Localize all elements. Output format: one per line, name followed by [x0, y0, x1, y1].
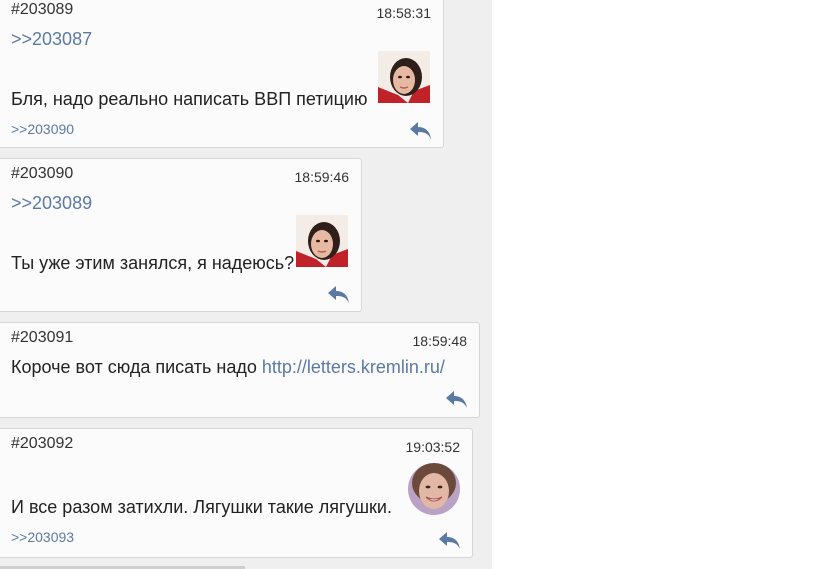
reply-arrow-icon[interactable] [445, 389, 469, 409]
post-number[interactable]: #203089 [11, 1, 73, 19]
post-time: 18:59:48 [412, 333, 468, 349]
post-text: Короче вот сюда писать надо http://lette… [11, 357, 445, 378]
reply-arrow-icon[interactable] [409, 120, 433, 140]
reply-arrow-icon[interactable] [327, 284, 351, 304]
post-203090: #203090 18:59:46 >>203089 Ты уже этим за… [0, 158, 362, 312]
reply-reference-link[interactable]: >>203093 [11, 529, 74, 545]
post-time: 18:58:31 [376, 5, 432, 21]
post-203091: #203091 18:59:48 Короче вот сюда писать … [0, 322, 480, 418]
post-text: Бля, надо реально написать ВВП петицию [11, 89, 368, 109]
quote-link[interactable]: >>203089 [11, 193, 92, 214]
smiling-woman-avatar[interactable] [408, 463, 460, 515]
post-text: И все разом затихли. Лягушки такие лягуш… [11, 497, 392, 517]
post-text: Ты уже этим занялся, я надеюсь? [11, 253, 295, 273]
girl-portrait-avatar[interactable] [378, 51, 430, 103]
reply-arrow-icon[interactable] [438, 530, 462, 550]
reply-reference-link[interactable]: >>203090 [11, 121, 74, 137]
quote-link[interactable]: >>203087 [11, 29, 92, 50]
external-link[interactable]: http://letters.kremlin.ru/ [262, 357, 445, 377]
post-text-prefix: Короче вот сюда писать надо [11, 357, 262, 377]
post-203089: #203089 18:58:31 >>203087 Бля, надо реал… [0, 0, 444, 148]
post-time: 18:59:46 [294, 169, 350, 185]
post-number[interactable]: #203090 [11, 165, 73, 183]
post-time: 19:03:52 [405, 439, 461, 455]
post-number[interactable]: #203091 [11, 329, 73, 347]
post-203092: #203092 19:03:52 И все разом затихли. Ля… [0, 428, 473, 558]
post-number[interactable]: #203092 [11, 435, 73, 453]
girl-portrait-avatar[interactable] [296, 215, 348, 267]
